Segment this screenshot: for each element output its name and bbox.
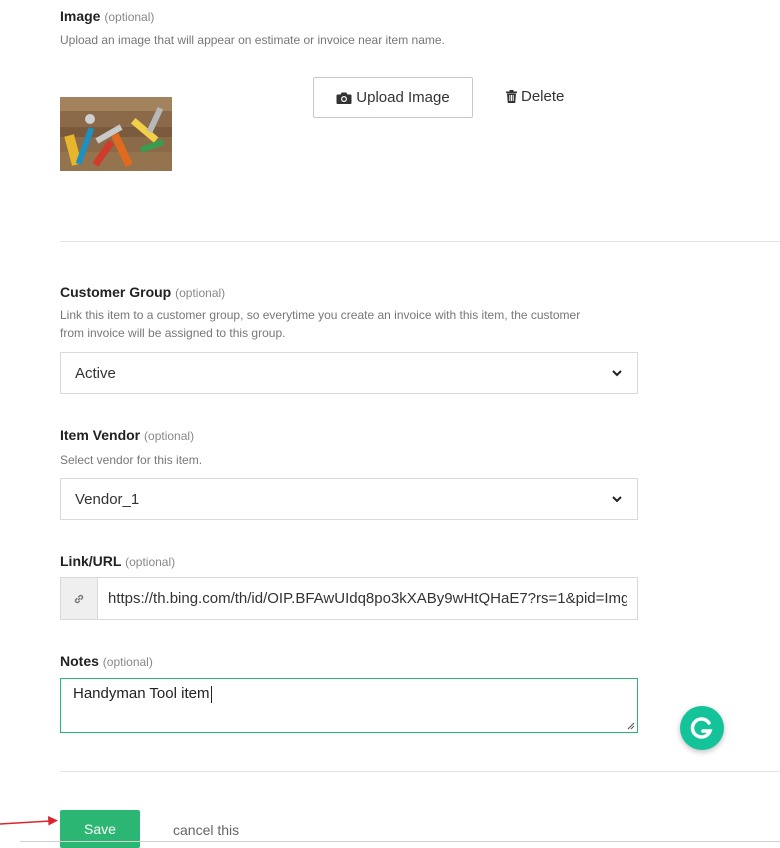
link-icon: [74, 594, 84, 603]
link-url-input-group: [60, 577, 638, 620]
item-vendor-section-label: Item Vendor (optional): [60, 427, 194, 443]
text-cursor: [211, 685, 213, 703]
link-url-section-label: Link/URL (optional): [60, 553, 175, 569]
customer-group-help-text-1: Link this item to a customer group, so e…: [60, 308, 581, 322]
notes-section-label: Notes (optional): [60, 653, 153, 669]
red-arrow-annotation-icon: [0, 816, 58, 826]
upload-image-label: Upload Image: [356, 89, 450, 106]
tools-photo-icon: [60, 97, 172, 171]
grammarly-button[interactable]: [680, 706, 724, 750]
camera-icon: [336, 91, 352, 105]
item-vendor-label-text: Item Vendor: [60, 427, 141, 443]
notes-textarea[interactable]: Handyman Tool item: [60, 678, 638, 733]
item-image-thumbnail: [60, 97, 172, 171]
cancel-link[interactable]: cancel this: [173, 822, 239, 838]
section-divider-2: [60, 771, 780, 772]
save-label: Save: [84, 821, 116, 837]
trash-icon: [506, 90, 517, 103]
item-vendor-select[interactable]: Vendor_1: [60, 478, 638, 520]
grammarly-g-icon: [690, 717, 713, 739]
customer-group-optional-text: (optional): [175, 286, 226, 300]
customer-group-label-text: Customer Group: [60, 284, 172, 300]
item-vendor-optional-text: (optional): [144, 429, 195, 443]
delete-label: Delete: [521, 88, 565, 105]
section-divider-1: [60, 241, 780, 242]
image-label-text: Image: [60, 8, 101, 24]
customer-group-select[interactable]: Active: [60, 352, 638, 394]
chevron-down-icon: [612, 370, 622, 377]
link-url-optional-text: (optional): [125, 555, 176, 569]
delete-image-button[interactable]: Delete: [506, 88, 564, 105]
notes-value: Handyman Tool item: [73, 685, 210, 702]
item-vendor-help-text: Select vendor for this item.: [60, 453, 203, 467]
chevron-down-icon: [612, 496, 622, 503]
upload-image-button[interactable]: Upload Image: [313, 77, 473, 118]
customer-group-selected-value: Active: [75, 364, 116, 382]
image-optional-text: (optional): [104, 10, 155, 24]
link-url-input[interactable]: [98, 578, 637, 619]
customer-group-section-label: Customer Group (optional): [60, 284, 225, 300]
image-help-text: Upload an image that will appear on esti…: [60, 33, 445, 47]
resize-handle-icon[interactable]: [627, 722, 635, 730]
customer-group-help-text-2: from invoice will be assigned to this gr…: [60, 326, 286, 340]
notes-optional-text: (optional): [102, 655, 153, 669]
image-section-label: Image (optional): [60, 8, 154, 24]
notes-label-text: Notes: [60, 653, 99, 669]
item-vendor-selected-value: Vendor_1: [75, 490, 140, 508]
save-button[interactable]: Save: [60, 810, 140, 848]
link-addon: [61, 578, 98, 619]
link-url-label-text: Link/URL: [60, 553, 122, 569]
